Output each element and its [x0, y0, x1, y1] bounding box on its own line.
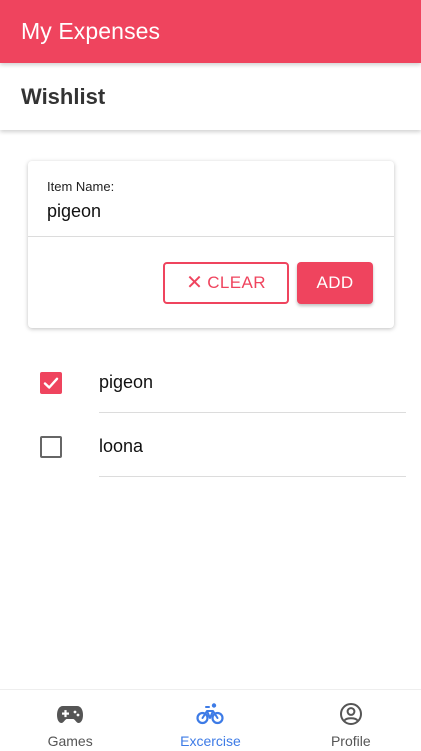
checkbox-unchecked[interactable]: [40, 436, 62, 458]
nav-item-excercise[interactable]: Excercise: [140, 690, 280, 751]
bicycle-icon: [196, 702, 225, 726]
gamepad-icon: [56, 702, 84, 726]
clear-button[interactable]: ✕ CLEAR: [163, 262, 289, 304]
bottom-navigation: Games Excercise Profile: [0, 689, 421, 751]
account-circle-icon: [339, 702, 363, 726]
checkbox-checked[interactable]: [40, 372, 62, 394]
clear-button-label: CLEAR: [207, 273, 266, 292]
nav-label-profile: Profile: [330, 733, 371, 749]
item-name-label: Item Name:: [47, 179, 115, 194]
list-item[interactable]: pigeon: [0, 349, 421, 413]
nav-label-games: Games: [47, 733, 93, 749]
page-header: Wishlist: [0, 63, 421, 130]
add-item-card: Item Name: ✕ CLEAR ADD: [28, 161, 394, 328]
check-icon: [43, 377, 59, 389]
list-item-label: loona: [99, 436, 144, 456]
nav-item-profile[interactable]: Profile: [281, 690, 421, 751]
list-item[interactable]: loona: [0, 413, 421, 477]
page-title: Wishlist: [21, 83, 106, 109]
item-name-input[interactable]: [47, 201, 367, 222]
wishlist: pigeon loona: [0, 349, 421, 477]
app-title: My Expenses: [21, 18, 161, 44]
divider: [99, 476, 406, 477]
list-item-label: pigeon: [99, 372, 154, 392]
app-bar: My Expenses: [0, 0, 421, 63]
close-icon: ✕: [186, 272, 204, 294]
card-actions: ✕ CLEAR ADD: [28, 237, 394, 327]
item-name-field: Item Name:: [28, 161, 394, 237]
nav-item-games[interactable]: Games: [0, 690, 140, 751]
nav-label-excercise: Excercise: [180, 733, 241, 749]
add-button[interactable]: ADD: [297, 262, 373, 304]
